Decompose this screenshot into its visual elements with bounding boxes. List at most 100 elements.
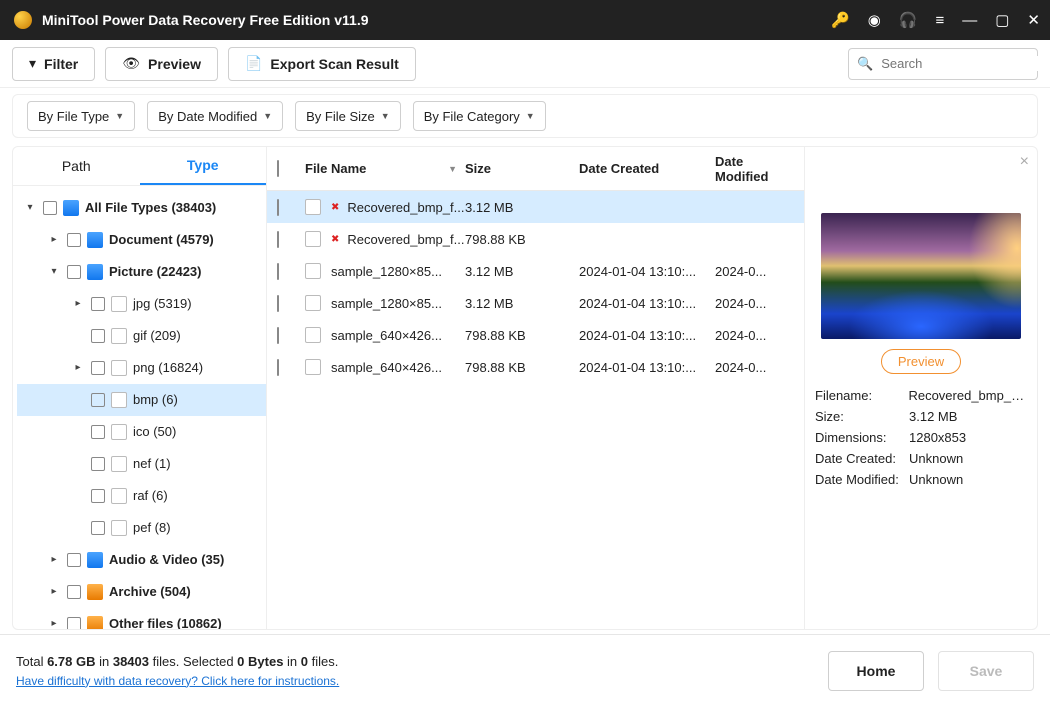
- table-row[interactable]: ✖Recovered_bmp_f...798.88 KB: [267, 223, 804, 255]
- meta-dim-value: 1280x853: [909, 430, 966, 445]
- node-gif[interactable]: gif (209): [17, 320, 266, 352]
- headset-icon[interactable]: 🎧: [899, 11, 918, 29]
- checkbox[interactable]: [91, 361, 105, 375]
- home-button[interactable]: Home: [828, 651, 924, 691]
- checkbox[interactable]: [91, 457, 105, 471]
- checkbox[interactable]: [67, 233, 81, 247]
- file-name: Recovered_bmp_f...: [347, 232, 465, 247]
- node-picture[interactable]: ▾Picture (22423): [17, 256, 266, 288]
- file-name: sample_640×426...: [331, 360, 459, 375]
- type-tree: ▾All File Types (38403) ▸Document (4579)…: [13, 186, 266, 629]
- table-header: File Name▼ Size Date Created Date Modifi…: [267, 147, 804, 191]
- table-row[interactable]: sample_640×426...798.88 KB2024-01-04 13:…: [267, 319, 804, 351]
- meta-filename-value: Recovered_bmp_file: [908, 388, 1027, 403]
- col-date-created[interactable]: Date Created: [579, 161, 715, 176]
- file-icon: [111, 328, 127, 344]
- sort-desc-icon: ▼: [448, 164, 457, 174]
- select-all-checkbox[interactable]: [277, 160, 279, 177]
- node-ico[interactable]: ico (50): [17, 416, 266, 448]
- row-checkbox[interactable]: [277, 359, 279, 376]
- table-row[interactable]: sample_640×426...798.88 KB2024-01-04 13:…: [267, 351, 804, 383]
- checkbox[interactable]: [91, 393, 105, 407]
- node-jpg[interactable]: ▸jpg (5319): [17, 288, 266, 320]
- checkbox[interactable]: [91, 521, 105, 535]
- close-icon[interactable]: ✕: [1027, 11, 1040, 29]
- row-checkbox[interactable]: [277, 295, 279, 312]
- file-date-created: 2024-01-04 13:10:...: [579, 328, 715, 343]
- main-toolbar: ▾Filter 👁Preview 📄Export Scan Result 🔍: [0, 40, 1050, 88]
- checkbox[interactable]: [91, 425, 105, 439]
- checkbox[interactable]: [91, 329, 105, 343]
- file-icon: [111, 392, 127, 408]
- upgrade-key-icon[interactable]: 🔑: [831, 11, 850, 29]
- node-nef[interactable]: nef (1): [17, 448, 266, 480]
- filter-button[interactable]: ▾Filter: [12, 47, 95, 81]
- table-row[interactable]: sample_1280×85...3.12 MB2024-01-04 13:10…: [267, 255, 804, 287]
- checkbox[interactable]: [43, 201, 57, 215]
- dd-file-size[interactable]: By File Size▼: [295, 101, 401, 131]
- meta-filename-label: Filename:: [815, 388, 908, 403]
- checkbox[interactable]: [67, 585, 81, 599]
- col-filename[interactable]: File Name▼: [305, 161, 465, 176]
- file-table: File Name▼ Size Date Created Date Modifi…: [267, 147, 805, 629]
- dd-date-modified[interactable]: By Date Modified▼: [147, 101, 283, 131]
- preview-expand-button[interactable]: Preview: [881, 349, 961, 374]
- tab-type[interactable]: Type: [140, 147, 267, 185]
- preview-metadata: Filename:Recovered_bmp_file Size:3.12 MB…: [815, 388, 1027, 487]
- node-av[interactable]: ▸Audio & Video (35): [17, 544, 266, 576]
- row-checkbox[interactable]: [277, 199, 279, 216]
- checkbox[interactable]: [67, 265, 81, 279]
- table-row[interactable]: ✖Recovered_bmp_f...3.12 MB: [267, 191, 804, 223]
- file-size: 3.12 MB: [465, 264, 579, 279]
- maximize-icon[interactable]: ▢: [995, 11, 1009, 29]
- dd-file-category[interactable]: By File Category▼: [413, 101, 546, 131]
- chevron-right-icon: ▸: [47, 618, 61, 629]
- file-name: sample_1280×85...: [331, 296, 459, 311]
- minimize-icon[interactable]: —: [962, 12, 977, 29]
- checkbox[interactable]: [91, 297, 105, 311]
- checkbox[interactable]: [67, 553, 81, 567]
- preview-button[interactable]: 👁Preview: [105, 47, 218, 81]
- node-pef[interactable]: pef (8): [17, 512, 266, 544]
- search-box[interactable]: 🔍: [848, 48, 1038, 80]
- deleted-badge-icon: ✖: [331, 202, 339, 213]
- footer-stats: Total 6.78 GB in 38403 files. Selected 0…: [16, 654, 339, 669]
- chevron-down-icon: ▼: [263, 111, 272, 121]
- row-checkbox[interactable]: [277, 327, 279, 344]
- col-date-modified[interactable]: Date Modified: [715, 154, 794, 184]
- tab-path[interactable]: Path: [13, 147, 140, 185]
- node-all-types[interactable]: ▾All File Types (38403): [17, 192, 266, 224]
- node-document[interactable]: ▸Document (4579): [17, 224, 266, 256]
- node-png[interactable]: ▸png (16824): [17, 352, 266, 384]
- app-logo-icon: [14, 11, 32, 29]
- close-preview-icon[interactable]: ×: [1020, 153, 1029, 171]
- file-icon: [305, 263, 321, 279]
- export-button[interactable]: 📄Export Scan Result: [228, 47, 416, 81]
- checkbox[interactable]: [67, 617, 81, 629]
- chevron-right-icon: ▸: [47, 234, 61, 245]
- dd-file-type[interactable]: By File Type▼: [27, 101, 135, 131]
- col-size[interactable]: Size: [465, 161, 579, 176]
- file-date-modified: 2024-0...: [715, 264, 794, 279]
- file-size: 3.12 MB: [465, 200, 579, 215]
- audio-video-icon: [87, 552, 103, 568]
- save-button[interactable]: Save: [938, 651, 1034, 691]
- help-link[interactable]: Have difficulty with data recovery? Clic…: [16, 674, 339, 688]
- file-name: sample_640×426...: [331, 328, 459, 343]
- export-icon: 📄: [245, 55, 262, 72]
- node-archive[interactable]: ▸Archive (504): [17, 576, 266, 608]
- app-title: MiniTool Power Data Recovery Free Editio…: [42, 12, 831, 28]
- file-icon: [111, 296, 127, 312]
- file-icon: [305, 359, 321, 375]
- menu-icon[interactable]: ≡: [935, 12, 944, 29]
- node-bmp[interactable]: bmp (6): [17, 384, 266, 416]
- checkbox[interactable]: [91, 489, 105, 503]
- table-row[interactable]: sample_1280×85...3.12 MB2024-01-04 13:10…: [267, 287, 804, 319]
- row-checkbox[interactable]: [277, 231, 279, 248]
- globe-icon[interactable]: ◉: [868, 11, 881, 29]
- document-icon: [87, 232, 103, 248]
- node-raf[interactable]: raf (6): [17, 480, 266, 512]
- node-other[interactable]: ▸Other files (10862): [17, 608, 266, 629]
- search-input[interactable]: [881, 56, 1050, 71]
- row-checkbox[interactable]: [277, 263, 279, 280]
